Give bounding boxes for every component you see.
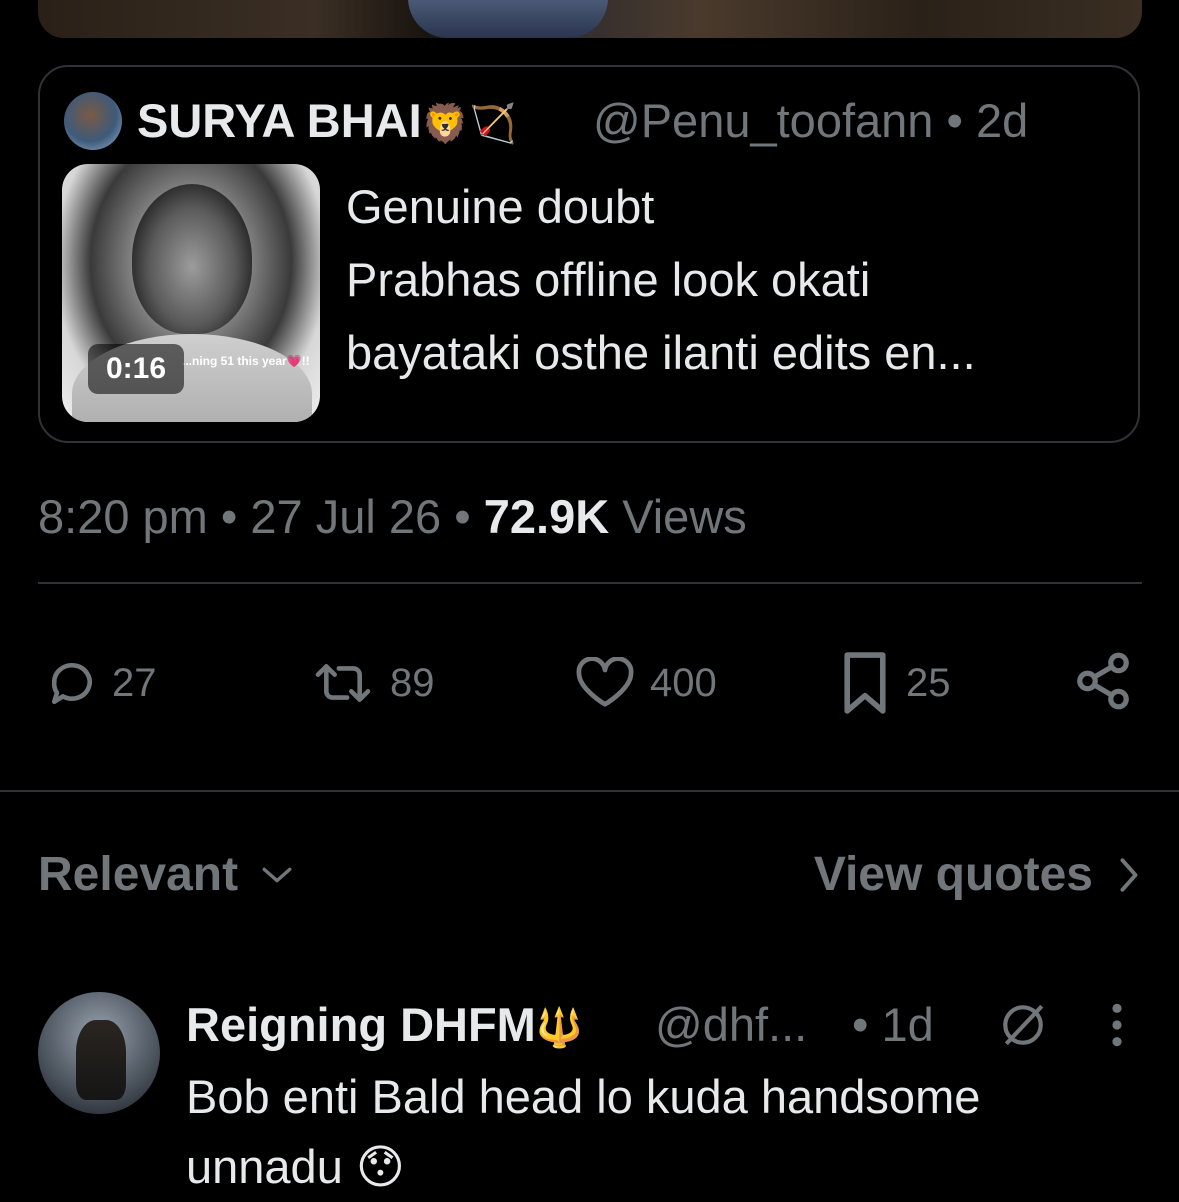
name-emojis: 🦁🏹 bbox=[421, 103, 517, 146]
grok-icon[interactable] bbox=[998, 1000, 1048, 1055]
reply-icon bbox=[51, 663, 92, 705]
section-divider bbox=[0, 790, 1179, 792]
previous-media-image[interactable] bbox=[38, 0, 1142, 38]
repost-icon bbox=[315, 664, 371, 702]
share-button[interactable] bbox=[1072, 650, 1134, 717]
views-count: 72.9K bbox=[483, 490, 610, 543]
like-count: 400 bbox=[650, 660, 717, 705]
quoted-tweet-age: 2d bbox=[976, 94, 1029, 147]
tweet-date[interactable]: 27 Jul 26 bbox=[250, 490, 441, 543]
tweet-timestamp-views: 8:20 pm • 27 Jul 26 • 72.9K Views bbox=[38, 490, 747, 543]
video-duration-badge: 0:16 bbox=[88, 344, 184, 394]
reply-text: Bob enti Bald head lo kuda handsome unna… bbox=[186, 1070, 981, 1193]
quoted-text-line: Prabhas offline look okati bbox=[346, 253, 871, 306]
heart-icon bbox=[576, 657, 634, 707]
sort-label: Relevant bbox=[38, 848, 239, 901]
quoted-user-avatar[interactable] bbox=[64, 92, 122, 150]
reply-user-name[interactable]: Reigning DHFM🔱 bbox=[186, 996, 583, 1058]
divider bbox=[38, 582, 1142, 584]
share-icon bbox=[1077, 652, 1129, 710]
view-quotes-link[interactable]: View quotes bbox=[814, 845, 1139, 905]
repost-count: 89 bbox=[390, 660, 435, 705]
trident-emoji: 🔱 bbox=[535, 1007, 584, 1050]
view-quotes-label: View quotes bbox=[813, 848, 1093, 901]
bookmark-icon bbox=[844, 652, 886, 714]
repost-button[interactable]: 89 bbox=[310, 648, 435, 718]
more-options-icon[interactable] bbox=[1100, 1000, 1134, 1055]
views-label: Views bbox=[622, 490, 747, 543]
quoted-text-line: bayataki osthe ilanti edits en... bbox=[346, 326, 976, 379]
bookmark-button[interactable]: 25 bbox=[838, 648, 969, 718]
like-button[interactable]: 400 bbox=[574, 648, 717, 718]
quoted-user-handle: @Penu_toofann bbox=[593, 94, 934, 147]
reply-age: • 1d bbox=[852, 998, 934, 1051]
bookmark-count: 25 bbox=[906, 660, 951, 705]
chevron-right-icon bbox=[1120, 858, 1138, 892]
chevron-down-icon bbox=[262, 867, 292, 883]
thumbnail-caption: ...ning 51 this year💗!! bbox=[182, 354, 310, 368]
reply-button[interactable]: 27 bbox=[48, 648, 157, 718]
reply-user-handle[interactable]: @dhf... bbox=[655, 996, 807, 1054]
quoted-user-handle-line: @Penu_toofann • 2d bbox=[593, 94, 1029, 147]
sort-dropdown[interactable]: Relevant bbox=[38, 845, 294, 905]
quoted-user-name: SURYA BHAI🦁🏹 bbox=[137, 94, 517, 147]
reply-user-avatar[interactable] bbox=[38, 992, 160, 1114]
quoted-text-line: Genuine doubt bbox=[346, 180, 655, 233]
tweet-time[interactable]: 8:20 pm bbox=[38, 490, 208, 543]
quoted-tweet-text: Genuine doubt Prabhas offline look okati… bbox=[346, 170, 1126, 389]
reply-count: 27 bbox=[112, 660, 157, 705]
